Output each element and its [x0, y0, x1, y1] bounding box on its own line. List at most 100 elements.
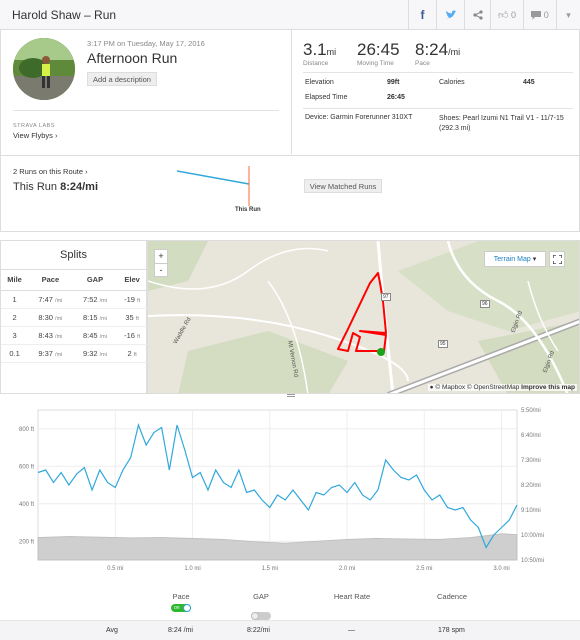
chevron-down-icon: ▾: [532, 256, 537, 263]
divider: [291, 30, 292, 154]
twitter-icon: [445, 10, 456, 19]
y-left-tick-label: 400 ft: [19, 502, 34, 508]
comment-icon: [531, 10, 542, 19]
share-button[interactable]: [464, 0, 490, 30]
col-gap: GAP: [72, 270, 118, 291]
y-right-tick-label: 10:50/mi: [521, 558, 544, 564]
splits-panel: Splits Mile Pace GAP Elev 1 7:47 /mi 7:5…: [0, 240, 147, 394]
elapsed-time-value: 26:45: [387, 94, 405, 101]
y-right-tick-label: 5:50/mi: [521, 408, 541, 414]
chevron-right-icon: ›: [85, 167, 88, 176]
calories-label: Calories: [439, 79, 465, 86]
twitter-share-button[interactable]: [436, 0, 464, 30]
moving-time-label: Moving Time: [357, 60, 394, 67]
view-flybys-link[interactable]: View Flybys ›: [13, 131, 57, 140]
divider: [13, 110, 279, 111]
terrain-map-dropdown[interactable]: Terrain Map ▾: [484, 251, 546, 267]
this-run-summary: This Run 8:24/mi: [13, 181, 99, 193]
x-tick-label: 1.0 mi: [184, 566, 200, 572]
elevation-label: Elevation: [305, 79, 334, 86]
x-tick-label: 2.0 mi: [339, 566, 355, 572]
y-right-tick-label: 10:00/mi: [521, 533, 544, 539]
divider: [303, 72, 573, 73]
shoes-info[interactable]: Shoes: Pearl Izumi N1 Trail V1 - 11/7-15…: [439, 114, 575, 134]
col-mile: Mile: [1, 270, 29, 291]
device-info: Device: Garmin Forerunner 310XT: [305, 114, 413, 121]
fullscreen-icon: [552, 254, 562, 264]
y-left-tick-label: 800 ft: [19, 427, 34, 433]
table-row[interactable]: 1 7:47 /mi 7:52 /mi -19 ft: [1, 290, 147, 309]
pace-label: Pace: [415, 60, 430, 67]
chevron-right-icon: ›: [54, 131, 58, 140]
legend-gap-label: GAP: [253, 592, 269, 601]
highway-shield: 97: [381, 293, 391, 301]
comment-count: 0: [543, 10, 549, 20]
x-tick-label: 1.5 mi: [262, 566, 278, 572]
map-attribution[interactable]: ● © Mapbox © OpenStreetMap Improve this …: [427, 384, 577, 391]
start-marker: [377, 348, 385, 356]
chevron-down-icon: ▾: [566, 9, 571, 20]
x-tick-label: 3.0 mi: [493, 566, 509, 572]
highway-shield: 95: [438, 340, 448, 348]
col-elev: Elev: [117, 270, 147, 291]
elevation-value: 99ft: [387, 79, 400, 86]
thumbs-up-icon: 👍︎: [498, 10, 509, 21]
view-matched-runs-button[interactable]: View Matched Runs: [304, 179, 382, 193]
activity-datetime: 3:17 PM on Tuesday, May 17, 2016: [87, 39, 205, 48]
chart-legend: Pace on GAP Heart Rate Cadence Avg 8:24 …: [0, 586, 580, 640]
x-tick-label: 0.5 mi: [107, 566, 123, 572]
this-run-marker-label: This Run: [235, 207, 261, 213]
route-map[interactable]: Waddle Rd Mt Vernon Rd Elgin Rd Elgin Rd…: [147, 240, 580, 394]
y-right-tick-label: 6:40/mi: [521, 433, 541, 439]
comment-button[interactable]: 0: [523, 0, 556, 30]
mapbox-logo-icon: ●: [429, 384, 434, 391]
table-row[interactable]: 0.1 9:37 /mi 9:32 /mi 2 ft: [1, 344, 147, 363]
avg-cadence: 178 spm: [438, 627, 465, 634]
facebook-icon: f: [420, 8, 425, 22]
averages-row: Avg 8:24 /mi 8:22/mi — 178 spm: [0, 620, 580, 640]
activity-summary: 3:17 PM on Tuesday, May 17, 2016 Afterno…: [0, 30, 580, 156]
zoom-controls: + -: [154, 249, 168, 277]
x-tick-label: 2.5 mi: [416, 566, 432, 572]
elapsed-time-label: Elapsed Time: [305, 94, 348, 101]
page-header: Harold Shaw – Run f 👍︎ 0 0 ▾: [0, 0, 580, 30]
gap-toggle[interactable]: [251, 612, 271, 620]
zoom-out-button[interactable]: -: [155, 264, 167, 277]
strava-labs-label: STRAVA LABS: [13, 123, 55, 129]
page-title: Harold Shaw – Run: [12, 8, 117, 22]
moving-time-value: 26:45: [357, 40, 400, 59]
avg-heart-rate: —: [348, 627, 355, 634]
route-trend-line: [177, 170, 250, 185]
pace-elevation-chart[interactable]: 0.5 mi 1.0 mi 1.5 mi 2.0 mi 2.5 mi 3.0 mi 800 …: [0, 400, 580, 580]
y-right-tick-label: 9:10/mi: [521, 508, 541, 514]
route-match-panel: 2 Runs on this Route › This Run 8:24/mi …: [0, 156, 580, 232]
highway-shield: 96: [480, 300, 490, 308]
share-icon: [472, 10, 483, 20]
legend-heart-rate-label: Heart Rate: [333, 592, 371, 601]
runs-on-route-link[interactable]: 2 Runs on this Route ›: [13, 167, 88, 176]
col-pace: Pace: [28, 270, 73, 291]
avg-gap: 8:22/mi: [247, 627, 270, 634]
legend-cadence-label: Cadence: [436, 592, 468, 601]
activity-name[interactable]: Afternoon Run: [87, 50, 177, 66]
divider: [303, 108, 573, 109]
avg-pace: 8:24 /mi: [168, 627, 193, 634]
kudos-button[interactable]: 👍︎ 0: [490, 0, 523, 30]
table-row[interactable]: 2 8:30 /mi 8:15 /mi 35 ft: [1, 308, 147, 327]
more-options-button[interactable]: ▾: [556, 0, 580, 30]
pace-toggle[interactable]: on: [171, 604, 191, 612]
legend-pace-label: Pace: [172, 592, 190, 601]
athlete-avatar[interactable]: [13, 38, 75, 100]
avg-label: Avg: [106, 627, 118, 634]
route-comparison-chart: [177, 166, 250, 206]
fullscreen-button[interactable]: [549, 251, 565, 267]
zoom-in-button[interactable]: +: [155, 250, 167, 264]
resize-handle[interactable]: [287, 394, 295, 397]
table-row[interactable]: 3 8:43 /mi 8:45 /mi -16 ft: [1, 326, 147, 345]
y-left-tick-label: 200 ft: [19, 539, 34, 545]
calories-value: 445: [523, 79, 535, 86]
facebook-share-button[interactable]: f: [408, 0, 436, 30]
add-description-button[interactable]: Add a description: [87, 72, 157, 86]
kudos-count: 0: [510, 10, 516, 20]
athlete-photo: [13, 38, 75, 100]
